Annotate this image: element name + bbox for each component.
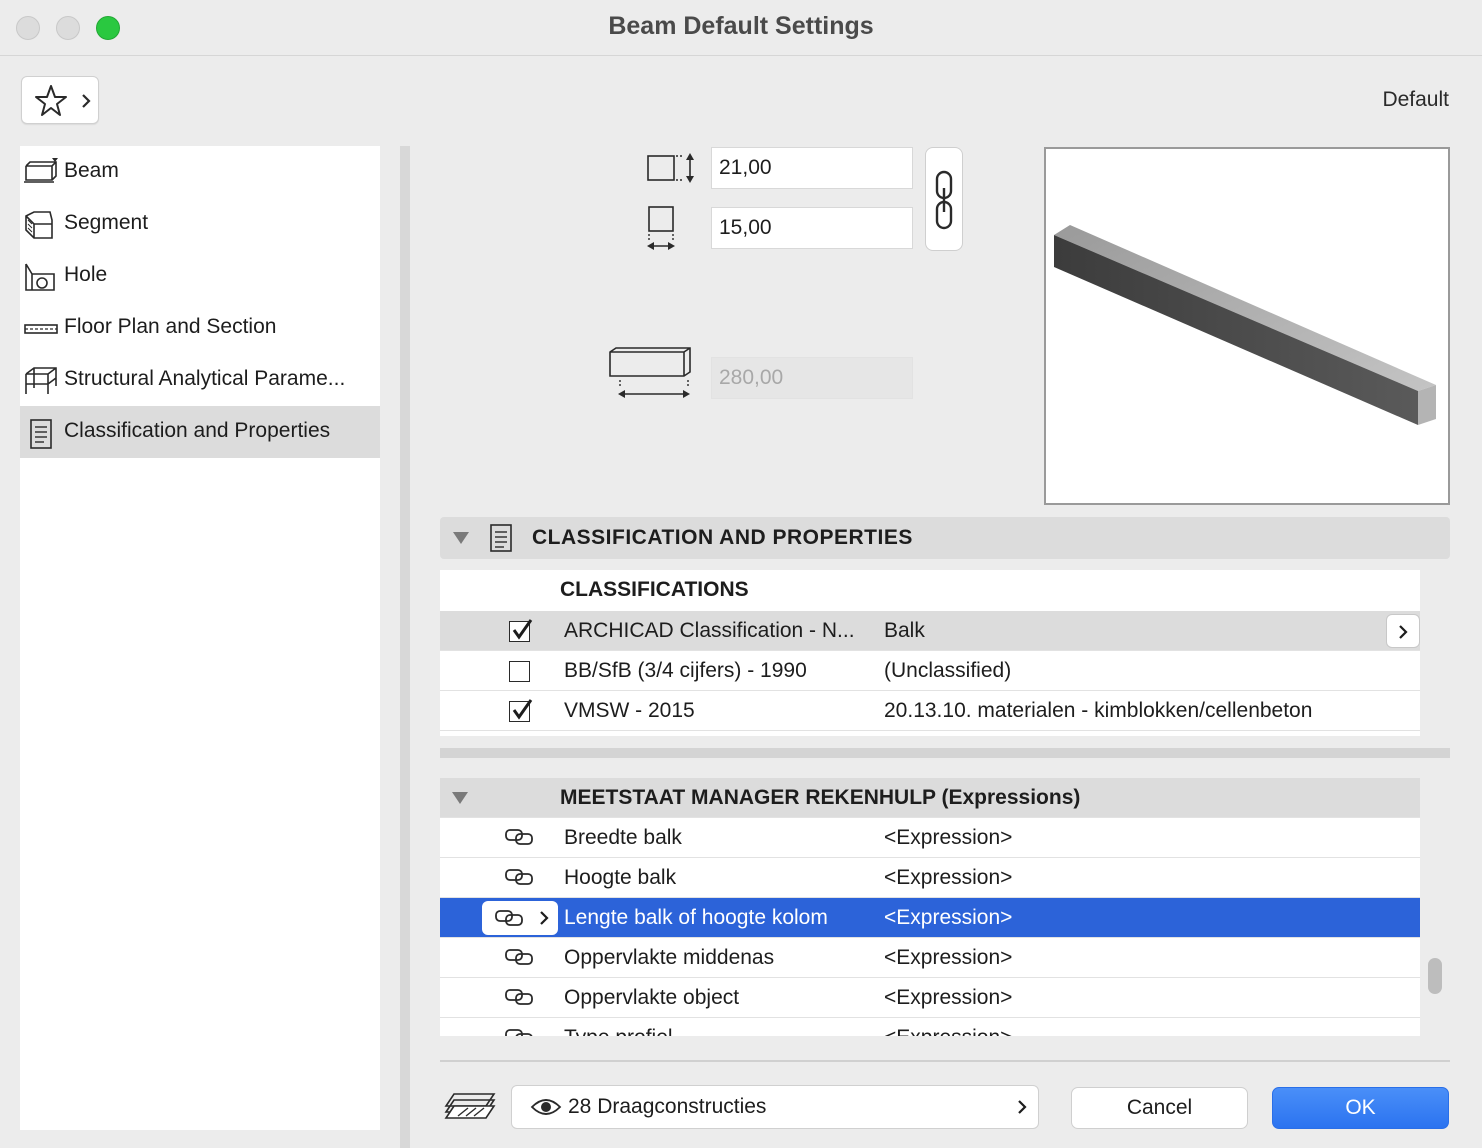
table-row[interactable]: ARCHICAD Classification - N... Balk (440, 611, 1420, 651)
classification-name: BB/SfB (3/4 cijfers) - 1990 (564, 659, 807, 682)
eye-icon (530, 1099, 562, 1115)
disclosure-triangle-icon (452, 792, 468, 804)
segment-icon (25, 211, 53, 239)
expression-link-icon (495, 910, 523, 926)
title-bar: Beam Default Settings (0, 0, 1482, 56)
window-title: Beam Default Settings (608, 12, 874, 40)
ok-button[interactable]: OK (1272, 1087, 1449, 1129)
expression-link-icon (505, 989, 533, 1005)
disclosure-triangle-icon (453, 532, 469, 544)
property-name: Hoogte balk (564, 866, 677, 889)
sidebar-item-label: Hole (64, 263, 108, 286)
sidebar-item-hole[interactable]: Hole (20, 250, 380, 302)
classification-checkbox[interactable] (509, 699, 533, 722)
expression-link-icon (505, 949, 533, 965)
property-value: <Expression> (884, 1026, 1012, 1036)
expressions-group-header[interactable]: MEETSTAAT MANAGER REKENHULP (Expressions… (440, 778, 1420, 818)
property-value: <Expression> (884, 946, 1013, 969)
sidebar-item-beam[interactable]: Beam (20, 146, 380, 198)
property-value: <Expression> (884, 826, 1013, 849)
checkmark-icon (512, 619, 533, 640)
beam-height-icon (647, 153, 694, 183)
expression-edit-button[interactable] (482, 901, 558, 935)
property-name: Breedte balk (564, 826, 682, 849)
property-value: <Expression> (884, 866, 1013, 889)
chevron-right-icon (540, 911, 549, 925)
link-dimensions-button[interactable] (925, 147, 963, 251)
table-row[interactable]: Oppervlakte object <Expression> (440, 978, 1420, 1018)
sidebar-item-segment[interactable]: Segment (20, 198, 380, 250)
expression-link-icon (505, 1029, 533, 1036)
expression-link-icon (505, 869, 533, 885)
default-label: Default (1382, 88, 1449, 111)
panel-splitter[interactable] (400, 146, 410, 1148)
table-row[interactable]: Hoogte balk <Expression> (440, 858, 1420, 898)
expressions-table: MEETSTAAT MANAGER REKENHULP (Expressions… (440, 778, 1420, 1036)
table-row[interactable]: Oppervlakte middenas <Expression> (440, 938, 1420, 978)
document-icon (30, 419, 52, 449)
layer-selector[interactable]: 28 Draagconstructies (511, 1085, 1039, 1129)
beam-preview (1044, 147, 1450, 505)
hole-icon (25, 263, 55, 291)
classifications-table: CLASSIFICATIONS ARCHICAD Classification … (440, 570, 1420, 736)
classification-value: (Unclassified) (884, 659, 1012, 682)
sidebar-item-label: Floor Plan and Section (64, 315, 277, 338)
beam-icon (24, 158, 58, 183)
sidebar: Beam Segment Hole Floor Plan and Section… (20, 146, 380, 1130)
beam-height-input[interactable] (711, 147, 913, 189)
structural-icon (25, 367, 57, 394)
document-icon (490, 524, 512, 552)
checkmark-icon (512, 699, 533, 720)
property-name: Type profiel (564, 1026, 673, 1036)
sidebar-item-label: Structural Analytical Parame... (64, 367, 346, 390)
table-row[interactable]: Type profiel <Expression> (440, 1018, 1420, 1036)
cancel-button[interactable]: Cancel (1071, 1087, 1248, 1129)
floor-plan-icon (24, 324, 58, 334)
sidebar-item-classification[interactable]: Classification and Properties (20, 406, 380, 458)
expression-link-icon (505, 829, 533, 845)
expressions-title: MEETSTAAT MANAGER REKENHULP (Expressions… (560, 786, 1081, 809)
classification-name: ARCHICAD Classification - N... (564, 619, 855, 642)
sidebar-item-structural[interactable]: Structural Analytical Parame... (20, 354, 380, 406)
footer-divider (440, 1060, 1450, 1062)
beam-width-icon (647, 206, 675, 250)
beam-width-input[interactable] (711, 207, 913, 249)
classification-value: Balk (884, 619, 925, 642)
chain-link-icon (935, 170, 953, 230)
classifications-title: CLASSIFICATIONS (560, 578, 749, 601)
chevron-right-icon (1399, 625, 1408, 639)
classification-select-button[interactable] (1386, 614, 1420, 648)
sidebar-item-label: Segment (64, 211, 149, 234)
table-row[interactable]: VMSW - 2015 20.13.10. materialen - kimbl… (440, 691, 1420, 731)
classification-checkbox[interactable] (509, 661, 530, 682)
chevron-right-icon (82, 94, 91, 108)
star-icon (35, 85, 67, 116)
scrollbar-thumb[interactable] (1428, 958, 1442, 994)
property-name: Lengte balk of hoogte kolom (564, 906, 828, 929)
property-name: Oppervlakte object (564, 986, 740, 1009)
section-divider (440, 748, 1450, 758)
property-name: Oppervlakte middenas (564, 946, 775, 969)
beam-length-input (711, 357, 913, 399)
property-value: <Expression> (884, 906, 1013, 929)
classification-panel-header[interactable]: CLASSIFICATION AND PROPERTIES (440, 517, 1450, 559)
sidebar-item-label: Classification and Properties (64, 419, 331, 442)
beam-preview-render (1054, 225, 1436, 425)
sidebar-item-label: Beam (64, 159, 119, 182)
layer-name: 28 Draagconstructies (568, 1095, 767, 1118)
section-title: CLASSIFICATION AND PROPERTIES (532, 526, 913, 549)
classification-value: 20.13.10. materialen - kimblokken/cellen… (884, 699, 1313, 722)
property-value: <Expression> (884, 986, 1013, 1009)
chevron-right-icon (1018, 1100, 1027, 1114)
classification-name: VMSW - 2015 (564, 699, 695, 722)
layers-icon (444, 1093, 496, 1119)
sidebar-item-floor-plan[interactable]: Floor Plan and Section (20, 302, 380, 354)
table-row[interactable]: Lengte balk of hoogte kolom <Expression> (440, 898, 1420, 938)
favorites-button[interactable] (21, 76, 99, 124)
table-row[interactable]: BB/SfB (3/4 cijfers) - 1990 (Unclassifie… (440, 651, 1420, 691)
table-row[interactable]: Breedte balk <Expression> (440, 818, 1420, 858)
classification-checkbox[interactable] (509, 619, 533, 642)
beam-length-icon (609, 347, 691, 398)
